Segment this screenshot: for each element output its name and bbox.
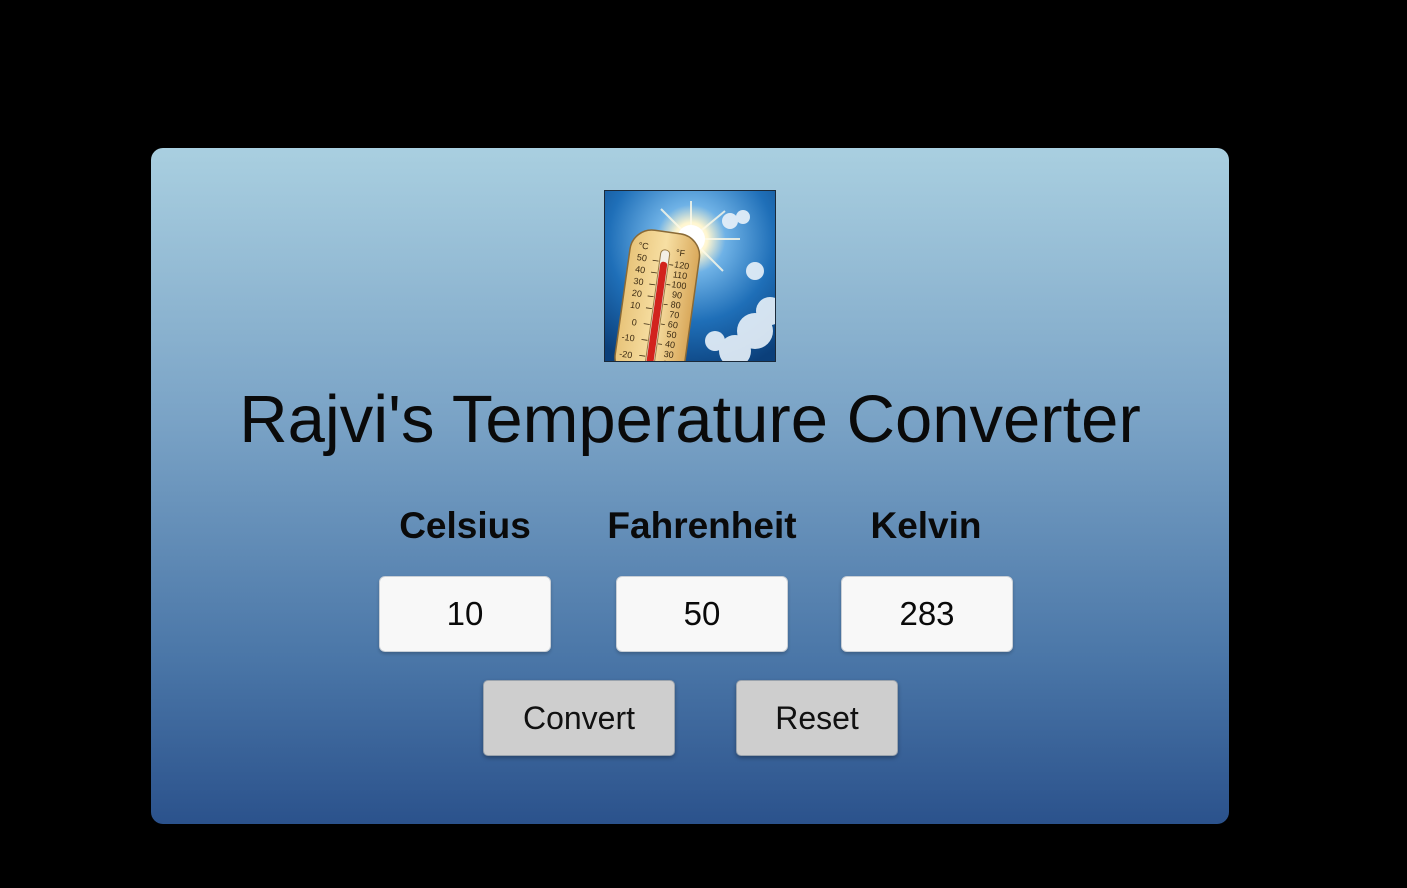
svg-text:20: 20: [631, 288, 642, 299]
svg-text:30: 30: [633, 276, 644, 287]
page: °C 50 40 30 20 10 0 -10 -20 °F 120 110 1…: [0, 0, 1407, 888]
celsius-label: Celsius: [399, 505, 531, 546]
svg-text:10: 10: [630, 300, 641, 311]
svg-text:50: 50: [636, 252, 647, 263]
svg-text:°C: °C: [638, 240, 650, 251]
reset-button[interactable]: Reset: [736, 680, 898, 756]
thermometer-sun-icon: °C 50 40 30 20 10 0 -10 -20 °F 120 110 1…: [604, 190, 776, 362]
fahrenheit-input[interactable]: [616, 576, 788, 652]
convert-button[interactable]: Convert: [483, 680, 675, 756]
svg-text:20: 20: [662, 359, 673, 362]
svg-text:-20: -20: [619, 349, 633, 361]
kelvin-label: Kelvin: [870, 505, 982, 546]
converter-card: °C 50 40 30 20 10 0 -10 -20 °F 120 110 1…: [151, 148, 1229, 824]
svg-text:40: 40: [635, 264, 646, 275]
celsius-input[interactable]: [379, 576, 551, 652]
fahrenheit-label: Fahrenheit: [607, 505, 797, 546]
svg-text:-10: -10: [621, 332, 635, 344]
page-title: Rajvi's Temperature Converter: [239, 382, 1141, 457]
kelvin-input[interactable]: [841, 576, 1013, 652]
